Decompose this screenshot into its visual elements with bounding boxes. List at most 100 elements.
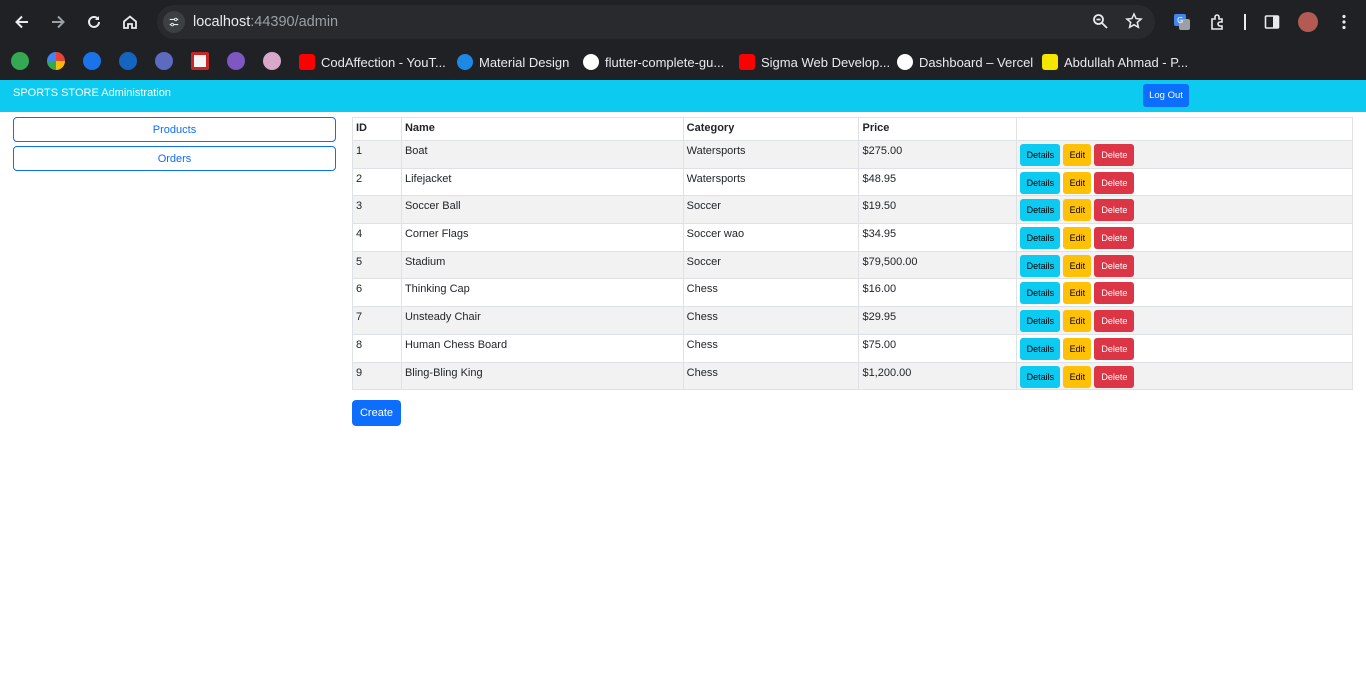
cell-price: $19.50 <box>858 195 1018 225</box>
bookmark-abdullah[interactable]: Abdullah Ahmad - P... <box>1042 51 1188 73</box>
edit-button[interactable]: Edit <box>1063 365 1092 388</box>
side-panel-icon[interactable] <box>1254 4 1290 40</box>
bookmark-dart-icon[interactable] <box>119 52 137 70</box>
bookmark-vercel[interactable]: Dashboard – Vercel <box>897 51 1033 73</box>
profile-avatar[interactable] <box>1298 12 1318 32</box>
edit-button[interactable]: Edit <box>1063 199 1092 222</box>
details-button[interactable]: Details <box>1020 282 1061 305</box>
delete-button[interactable]: Delete <box>1094 337 1135 360</box>
table-header-row: ID Name Category Price <box>352 117 1353 141</box>
edit-button[interactable]: Edit <box>1063 282 1092 305</box>
cell-actions: Details Edit Delete <box>1016 167 1353 197</box>
bookmark-label: Dashboard – Vercel <box>919 54 1034 70</box>
reload-icon[interactable] <box>76 4 112 40</box>
site-info-icon[interactable] <box>163 11 185 33</box>
cell-name: Lifejacket <box>400 167 684 197</box>
details-button[interactable]: Details <box>1020 144 1061 166</box>
products-table: ID Name Category Price 1 Boat Watersports $… <box>352 117 1353 391</box>
bookmark-star-icon[interactable] <box>1125 12 1143 34</box>
bookmark-label: Material Design <box>479 54 570 70</box>
cell-category: Watersports <box>682 140 860 169</box>
details-button[interactable]: Details <box>1020 254 1061 277</box>
bookmark-circle-icon[interactable] <box>155 52 173 70</box>
url-path: :44390/admin <box>250 14 339 30</box>
cell-name: Unsteady Chair <box>400 306 684 335</box>
address-bar[interactable]: localhost:44390/admin <box>157 5 1155 39</box>
sidebar-item-products[interactable]: Products <box>13 117 336 142</box>
edit-button[interactable]: Edit <box>1063 171 1092 194</box>
bookmark-sigma-web[interactable]: Sigma Web Develop... <box>739 51 890 73</box>
bookmark-avatar-icon[interactable] <box>263 52 281 70</box>
logout-button[interactable]: Log Out <box>1143 84 1189 107</box>
bookmark-u-icon[interactable] <box>227 52 245 70</box>
zoom-icon[interactable] <box>1091 12 1109 34</box>
brand-title: SPORTS STORE Administration <box>13 87 171 99</box>
cell-name: Soccer Ball <box>400 195 684 225</box>
cell-price: $1,200.00 <box>858 361 1018 391</box>
edit-button[interactable]: Edit <box>1063 227 1092 250</box>
table-row: 1 Boat Watersports $275.00 Details Edit Delete <box>352 140 1353 169</box>
cell-price: $16.00 <box>858 278 1018 308</box>
cell-actions: Details Edit Delete <box>1016 140 1353 169</box>
delete-button[interactable]: Delete <box>1094 365 1135 388</box>
bookmark-material-design[interactable]: Material Design <box>457 51 569 73</box>
app-header: SPORTS STORE Administration Log Out <box>0 80 1366 112</box>
cell-id: 5 <box>352 250 402 280</box>
details-button[interactable]: Details <box>1020 365 1061 388</box>
delete-button[interactable]: Delete <box>1094 144 1135 166</box>
cell-name: Boat <box>400 140 684 169</box>
bookmark-dots-icon[interactable] <box>47 52 65 70</box>
cell-id: 7 <box>352 306 402 335</box>
delete-button[interactable]: Delete <box>1094 199 1135 222</box>
cell-price: $75.00 <box>858 333 1018 363</box>
table-row: 2 Lifejacket Watersports $48.95 Details Edit D… <box>352 167 1353 197</box>
bookmark-label: Abdullah Ahmad - P... <box>1064 54 1189 70</box>
details-button[interactable]: Details <box>1020 199 1061 222</box>
bookmark-flutter-complete[interactable]: flutter-complete-gu... <box>583 51 724 73</box>
table-row: 6 Thinking Cap Chess $16.00 Details Edit Delet… <box>352 278 1353 308</box>
menu-kebab-icon[interactable] <box>1326 4 1362 40</box>
extensions-icon[interactable] <box>1200 4 1236 40</box>
create-button[interactable]: Create <box>352 400 401 426</box>
details-button[interactable]: Details <box>1020 171 1061 194</box>
cell-id: 3 <box>352 195 402 225</box>
home-icon[interactable] <box>112 4 148 40</box>
details-button[interactable]: Details <box>1020 227 1061 250</box>
bookmark-label: flutter-complete-gu... <box>605 54 725 70</box>
edit-button[interactable]: Edit <box>1063 144 1092 166</box>
table-row: 3 Soccer Ball Soccer $19.50 Details Edit Delet… <box>352 195 1353 225</box>
table-row: 9 Bling-Bling King Chess $1,200.00 Details Ed… <box>352 361 1353 391</box>
cell-price: $29.95 <box>858 306 1018 335</box>
details-button[interactable]: Details <box>1020 310 1061 333</box>
delete-button[interactable]: Delete <box>1094 254 1135 277</box>
details-button[interactable]: Details <box>1020 337 1061 360</box>
cell-category: Chess <box>682 306 860 335</box>
cell-category: Soccer <box>682 195 860 225</box>
cell-price: $275.00 <box>858 140 1018 169</box>
url-host: localhost <box>193 14 251 30</box>
cell-id: 2 <box>352 167 402 197</box>
delete-button[interactable]: Delete <box>1094 310 1135 333</box>
edit-button[interactable]: Edit <box>1063 310 1092 333</box>
browser-chrome: localhost:44390/admin G CodAffection - Y… <box>0 0 1366 80</box>
delete-button[interactable]: Delete <box>1094 282 1135 305</box>
back-icon[interactable] <box>4 4 40 40</box>
youtube-icon <box>739 54 755 70</box>
delete-button[interactable]: Delete <box>1094 171 1135 194</box>
cell-actions: Details Edit Delete <box>1016 223 1353 252</box>
cell-category: Watersports <box>682 167 860 197</box>
table-row: 4 Corner Flags Soccer wao $34.95 Details Edit… <box>352 223 1353 252</box>
bookmark-grid-icon[interactable] <box>191 52 209 70</box>
delete-button[interactable]: Delete <box>1094 227 1135 250</box>
bookmark-c-icon[interactable] <box>83 52 101 70</box>
cell-actions: Details Edit Delete <box>1016 361 1353 391</box>
bookmark-codaffection[interactable]: CodAffection - YouT... <box>299 51 446 73</box>
sidebar-item-orders[interactable]: Orders <box>13 146 336 171</box>
translate-icon[interactable]: G <box>1164 4 1200 40</box>
cell-price: $34.95 <box>858 223 1018 252</box>
github-icon <box>583 54 599 70</box>
forward-icon[interactable] <box>40 4 76 40</box>
edit-button[interactable]: Edit <box>1063 254 1092 277</box>
edit-button[interactable]: Edit <box>1063 337 1092 360</box>
bookmark-fi-icon[interactable] <box>11 52 29 70</box>
